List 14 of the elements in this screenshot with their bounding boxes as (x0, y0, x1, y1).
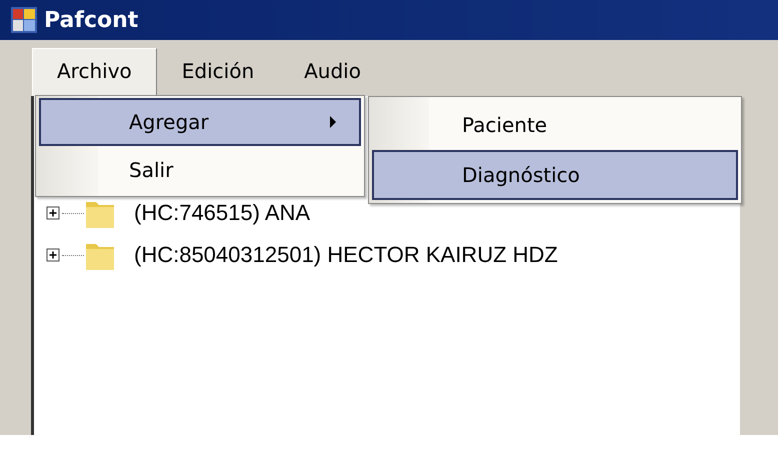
submenu-arrow-icon (329, 116, 337, 128)
expand-icon[interactable] (46, 248, 60, 262)
menu-item[interactable]: Agregar (39, 98, 361, 146)
menu-bar-item[interactable]: Edición (156, 48, 280, 96)
menu-item[interactable]: Diagnóstico (372, 150, 738, 200)
expand-icon[interactable] (46, 206, 60, 220)
menu-bar-item[interactable]: Audio (279, 48, 386, 96)
tree-item[interactable]: (HC:85040312501) HECTOR KAIRUZ HDZ (134, 242, 558, 268)
app-icon (10, 6, 38, 34)
menu-item[interactable]: Paciente (372, 100, 738, 150)
window-title: Pafcont (44, 8, 138, 32)
tree-item[interactable]: (HC:746515) ANA (134, 200, 310, 226)
menu-bar-item[interactable]: Archivo (32, 48, 157, 96)
menu-item[interactable]: Salir (39, 146, 361, 194)
